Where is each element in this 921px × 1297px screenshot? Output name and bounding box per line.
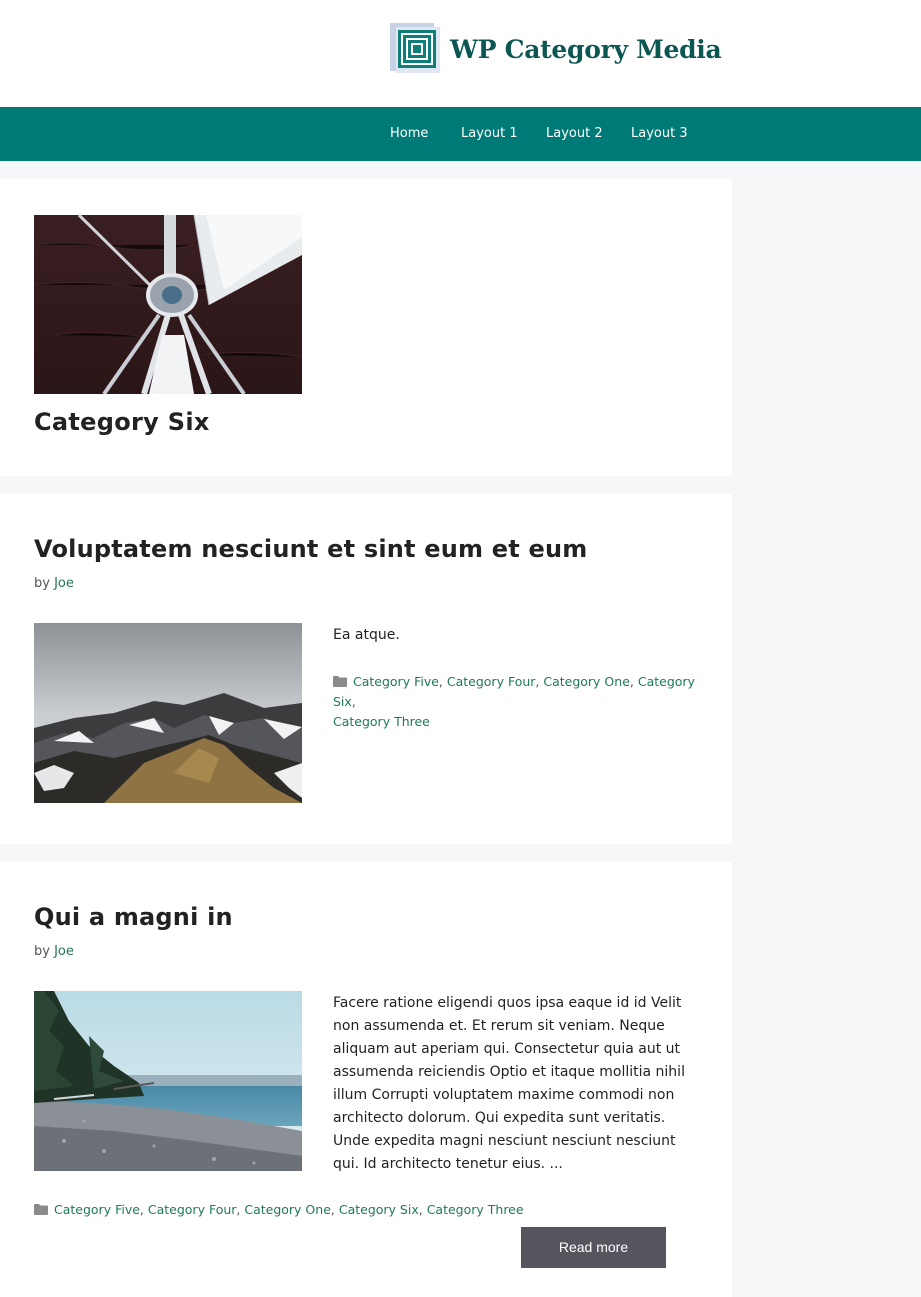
site-title[interactable]: WP Category Media	[450, 35, 722, 64]
post-excerpt: Facere ratione eligendi quos ipsa eaque …	[333, 995, 685, 1172]
archive-header-card: Category Six	[0, 179, 732, 476]
folder-icon	[34, 1204, 48, 1215]
post-title-link[interactable]: Voluptatem nesciunt et sint eum et eum	[34, 535, 587, 563]
category-link-four[interactable]: Category Four	[148, 1202, 237, 1217]
byline-prefix: by	[34, 944, 50, 959]
post-title[interactable]: Qui a magni in	[34, 903, 233, 931]
category-link-five[interactable]: Category Five	[353, 674, 439, 689]
post-thumbnail[interactable]	[34, 991, 302, 1171]
post-byline: by Joe	[34, 944, 74, 959]
nav-item-home[interactable]: Home	[390, 107, 428, 161]
category-separator: ,	[351, 694, 356, 709]
category-link-five[interactable]: Category Five	[54, 1202, 140, 1217]
nav-item-layout-3[interactable]: Layout 3	[631, 107, 688, 161]
category-link-one[interactable]: Category One	[543, 674, 630, 689]
category-link-four[interactable]: Category Four	[447, 674, 536, 689]
category-separator: ,	[629, 674, 638, 689]
post-thumbnail[interactable]	[34, 623, 302, 803]
archive-title: Category Six	[34, 408, 210, 436]
category-separator: ,	[330, 1202, 339, 1217]
site-header: WP Category Media	[0, 0, 921, 107]
category-link-three[interactable]: Category Three	[427, 1202, 524, 1217]
post-categories: Category Five, Category Four, Category O…	[333, 672, 705, 732]
post-card: Voluptatem nesciunt et sint eum et eum b…	[0, 494, 732, 844]
site-logo-link[interactable]: WP Category Media	[390, 23, 722, 75]
category-link-three[interactable]: Category Three	[333, 714, 430, 729]
post-byline: by Joe	[34, 576, 74, 591]
post-categories: Category Five, Category Four, Category O…	[34, 1200, 694, 1220]
nav-item-layout-2[interactable]: Layout 2	[546, 107, 603, 161]
post-title[interactable]: Voluptatem nesciunt et sint eum et eum	[34, 535, 587, 563]
category-link-six[interactable]: Category Six	[339, 1202, 419, 1217]
category-separator: ,	[438, 674, 447, 689]
read-more-button[interactable]: Read more	[521, 1227, 666, 1268]
category-link-one[interactable]: Category One	[244, 1202, 331, 1217]
logo-icon	[390, 23, 440, 73]
post-excerpt: Ea atque.	[333, 627, 400, 643]
post-title-link[interactable]: Qui a magni in	[34, 903, 233, 931]
main-navigation: Home Layout 1 Layout 2 Layout 3	[0, 107, 921, 161]
folder-icon	[333, 676, 347, 687]
category-separator: ,	[139, 1202, 148, 1217]
nav-item-layout-1[interactable]: Layout 1	[461, 107, 518, 161]
byline-prefix: by	[34, 576, 50, 591]
category-image	[34, 215, 302, 394]
author-link[interactable]: Joe	[54, 576, 74, 591]
author-link[interactable]: Joe	[54, 944, 74, 959]
category-separator: ,	[418, 1202, 427, 1217]
